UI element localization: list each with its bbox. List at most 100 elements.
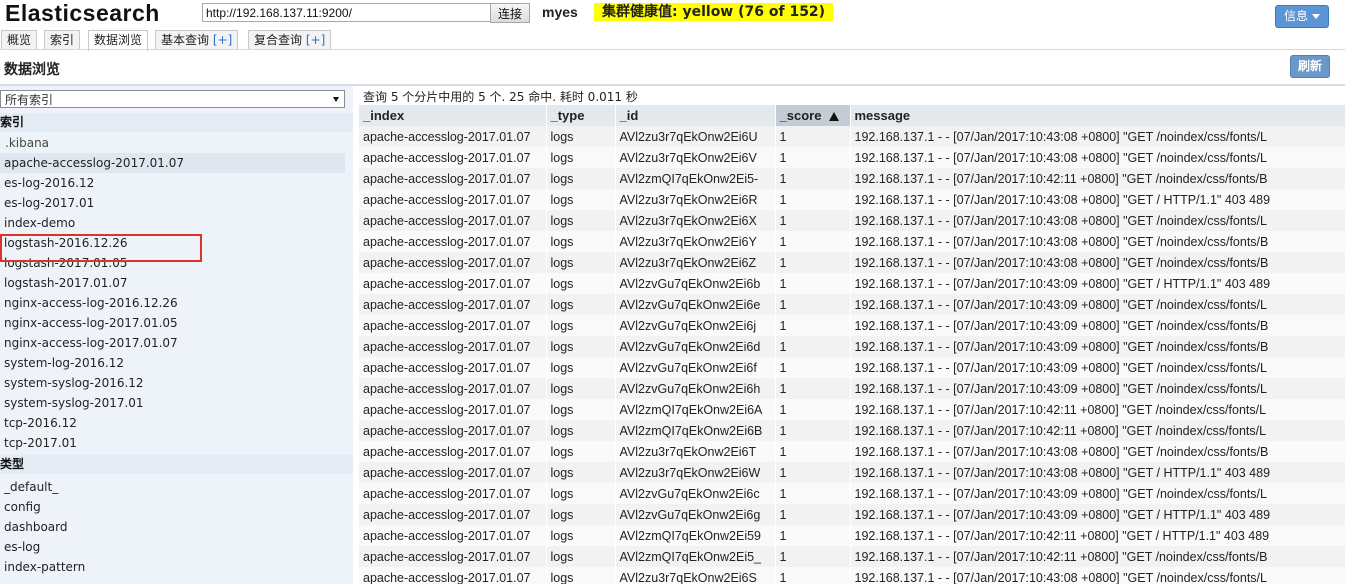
cluster-url-input[interactable] [202,3,494,22]
cell-id: AVl2zvGu7qEkOnw2Ei6b [615,273,776,294]
cell-index: apache-accesslog-2017.01.07 [359,357,547,378]
index-item[interactable]: system-syslog-2017.01 [0,393,345,413]
index-item-selected[interactable]: apache-accesslog-2017.01.07 [0,153,345,173]
table-row[interactable]: apache-accesslog-2017.01.07 logs AVl2zvGu7… [359,357,1345,378]
table-row[interactable]: apache-accesslog-2017.01.07 logs AVl2zvGu7… [359,378,1345,399]
cell-index: apache-accesslog-2017.01.07 [359,567,547,584]
cell-index: apache-accesslog-2017.01.07 [359,147,547,168]
table-row[interactable]: apache-accesslog-2017.01.07 logs AVl2zu3r7… [359,252,1345,273]
info-menu-button[interactable]: 信息 [1275,5,1329,28]
column-header-message[interactable]: message [850,105,1345,126]
index-item[interactable]: logstash-2016.12.26 [0,233,345,253]
cell-message: 192.168.137.1 - - [07/Jan/2017:10:43:09 … [850,273,1345,294]
cell-message: 192.168.137.1 - - [07/Jan/2017:10:43:09 … [850,378,1345,399]
index-item[interactable]: system-syslog-2016.12 [0,373,345,393]
cell-type: logs [546,462,616,483]
table-row[interactable]: apache-accesslog-2017.01.07 logs AVl2zu3r7… [359,189,1345,210]
cell-message: 192.168.137.1 - - [07/Jan/2017:10:43:08 … [850,210,1345,231]
column-header-index[interactable]: _index [359,105,547,126]
table-row[interactable]: apache-accesslog-2017.01.07 logs AVl2zvGu7… [359,315,1345,336]
cell-type: logs [546,189,616,210]
index-item[interactable]: system-log-2016.12 [0,353,345,373]
cell-id: AVl2zmQI7qEkOnw2Ei6A [615,399,776,420]
type-item[interactable]: index-pattern [0,557,345,577]
connect-button[interactable]: 连接 [490,3,530,23]
refresh-button[interactable]: 刷新 [1290,55,1330,78]
type-item[interactable]: config [0,497,345,517]
cell-index: apache-accesslog-2017.01.07 [359,483,547,504]
table-row[interactable]: apache-accesslog-2017.01.07 logs AVl2zvGu7… [359,294,1345,315]
cell-type: logs [546,294,616,315]
table-row[interactable]: apache-accesslog-2017.01.07 logs AVl2zu3r7… [359,147,1345,168]
table-row[interactable]: apache-accesslog-2017.01.07 logs AVl2zvGu7… [359,273,1345,294]
type-item[interactable]: dashboard [0,517,345,537]
cluster-health-badge: 集群健康值: yellow (76 of 152) [594,3,834,21]
index-item[interactable]: nginx-access-log-2017.01.07 [0,333,345,353]
tab-browser[interactable]: 数据浏览 [88,30,149,51]
table-row[interactable]: apache-accesslog-2017.01.07 logs AVl2zu3r7… [359,567,1345,584]
tab-label: 索引 [50,33,75,47]
table-row[interactable]: apache-accesslog-2017.01.07 logs AVl2zmQI7… [359,168,1345,189]
table-row[interactable]: apache-accesslog-2017.01.07 logs AVl2zmQI7… [359,546,1345,567]
type-item[interactable]: _default_ [0,477,345,497]
results-table: _index _type _id _score message apache-a… [359,105,1345,584]
type-item[interactable]: es-log [0,537,345,557]
index-item[interactable]: tcp-2017.01 [0,433,345,453]
cell-score: 1 [775,546,851,567]
index-item[interactable]: logstash-2017.01.07 [0,273,345,293]
cell-type: logs [546,546,616,567]
cell-message: 192.168.137.1 - - [07/Jan/2017:10:43:08 … [850,189,1345,210]
table-row[interactable]: apache-accesslog-2017.01.07 logs AVl2zu3r7… [359,126,1345,147]
cell-type: logs [546,231,616,252]
table-row[interactable]: apache-accesslog-2017.01.07 logs AVl2zu3r7… [359,462,1345,483]
cell-index: apache-accesslog-2017.01.07 [359,273,547,294]
column-header-type[interactable]: _type [546,105,616,126]
table-row[interactable]: apache-accesslog-2017.01.07 logs AVl2zmQI7… [359,420,1345,441]
cell-type: logs [546,567,616,584]
cell-type: logs [546,399,616,420]
cell-id: AVl2zmQI7qEkOnw2Ei59 [615,525,776,546]
tab-basic-query[interactable]: 基本查询 [+] [155,30,239,50]
index-item[interactable]: logstash-2017.01.05 [0,253,345,273]
cell-type: logs [546,378,616,399]
indices-heading: 索引 [0,113,353,132]
table-row[interactable]: apache-accesslog-2017.01.07 logs AVl2zu3r7… [359,210,1345,231]
cell-score: 1 [775,126,851,147]
table-row[interactable]: apache-accesslog-2017.01.07 logs AVl2zvGu7… [359,504,1345,525]
tab-indices[interactable]: 索引 [44,30,81,50]
table-row[interactable]: apache-accesslog-2017.01.07 logs AVl2zu3r7… [359,441,1345,462]
table-row[interactable]: apache-accesslog-2017.01.07 logs AVl2zmQI7… [359,399,1345,420]
index-item[interactable]: tcp-2016.12 [0,413,345,433]
cell-score: 1 [775,504,851,525]
table-row[interactable]: apache-accesslog-2017.01.07 logs AVl2zvGu7… [359,483,1345,504]
index-item[interactable]: .kibana [0,133,345,153]
cell-id: AVl2zu3r7qEkOnw2Ei6R [615,189,776,210]
table-row[interactable]: apache-accesslog-2017.01.07 logs AVl2zmQI7… [359,525,1345,546]
cell-score: 1 [775,357,851,378]
cell-message: 192.168.137.1 - - [07/Jan/2017:10:43:08 … [850,231,1345,252]
query-summary: 查询 5 个分片中用的 5 个. 25 命中. 耗时 0.011 秒 [363,90,638,104]
index-item[interactable]: es-log-2016.12 [0,173,345,193]
cell-message: 192.168.137.1 - - [07/Jan/2017:10:43:09 … [850,483,1345,504]
cell-index: apache-accesslog-2017.01.07 [359,294,547,315]
index-item[interactable]: es-log-2017.01 [0,193,345,213]
index-filter-select[interactable]: 所有索引 [0,90,345,108]
cell-type: logs [546,441,616,462]
cell-type: logs [546,168,616,189]
cell-score: 1 [775,399,851,420]
index-item[interactable]: nginx-access-log-2017.01.05 [0,313,345,333]
cell-score: 1 [775,525,851,546]
table-row[interactable]: apache-accesslog-2017.01.07 logs AVl2zu3r7… [359,231,1345,252]
index-item[interactable]: index-demo [0,213,345,233]
tab-compound-query[interactable]: 复合查询 [+] [248,30,332,50]
table-row[interactable]: apache-accesslog-2017.01.07 logs AVl2zvGu7… [359,336,1345,357]
page-title: 数据浏览 [4,62,60,78]
cell-id: AVl2zu3r7qEkOnw2Ei6Z [615,252,776,273]
select-value: 所有索引 [5,93,54,107]
column-header-id[interactable]: _id [615,105,776,126]
cell-index: apache-accesslog-2017.01.07 [359,252,547,273]
column-header-score[interactable]: _score [775,105,851,126]
index-item[interactable]: nginx-access-log-2016.12.26 [0,293,345,313]
app-title: Elasticsearch [5,0,160,26]
tab-overview[interactable]: 概览 [1,30,38,50]
